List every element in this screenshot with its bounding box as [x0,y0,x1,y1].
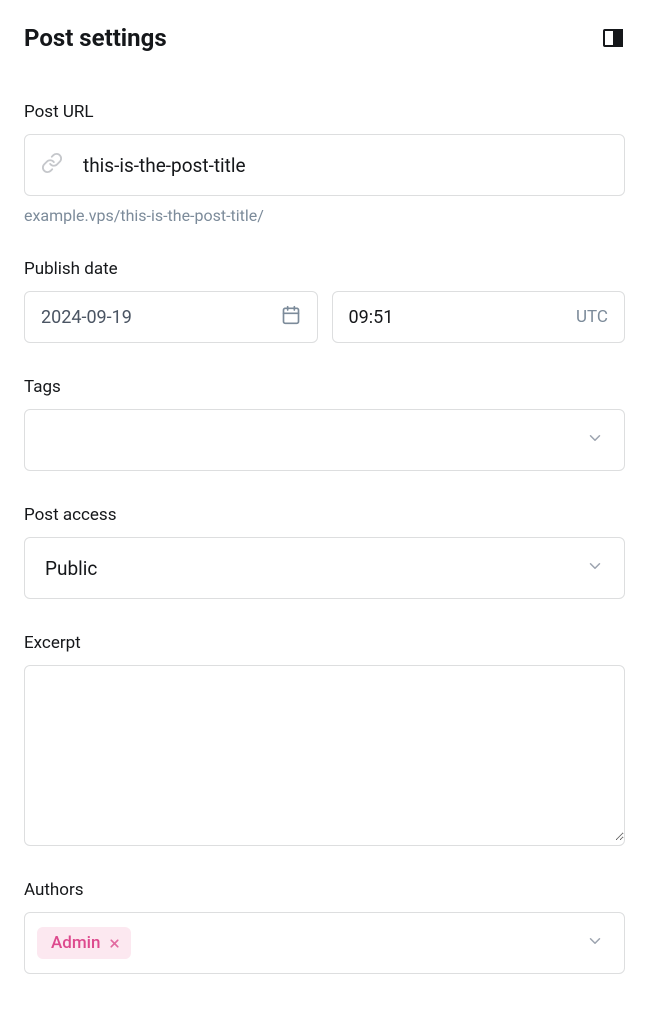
authors-select[interactable]: Admin [24,912,625,974]
author-name: Admin [51,933,100,953]
excerpt-textarea[interactable] [25,666,624,841]
post-access-select[interactable]: Public [24,537,625,599]
date-time-row: UTC [24,291,625,343]
date-input[interactable] [41,307,281,328]
timezone-label: UTC [576,307,608,327]
date-input-wrapper [24,291,318,343]
authors-group: Authors Admin [24,880,625,974]
calendar-icon[interactable] [281,305,301,329]
author-tag: Admin [37,927,131,959]
publish-date-label: Publish date [24,259,625,279]
post-access-group: Post access Public [24,505,625,599]
tags-label: Tags [24,377,625,397]
chevron-down-icon [586,932,604,954]
time-input[interactable] [349,307,577,328]
publish-date-group: Publish date UTC [24,259,625,343]
time-input-wrapper: UTC [332,291,626,343]
remove-author-icon[interactable] [108,937,121,950]
post-url-input[interactable] [83,154,608,177]
post-url-group: Post URL example.vps/this-is-the-post-ti… [24,102,625,225]
chevron-down-icon [586,429,604,451]
post-access-label: Post access [24,505,625,525]
post-url-helper: example.vps/this-is-the-post-title/ [24,206,625,225]
post-url-label: Post URL [24,102,625,122]
tags-select[interactable] [24,409,625,471]
panel-toggle-icon[interactable] [601,26,625,50]
tags-group: Tags [24,377,625,471]
settings-header: Post settings [24,24,625,52]
chevron-down-icon [586,557,604,579]
excerpt-group: Excerpt [24,633,625,846]
page-title: Post settings [24,24,167,52]
link-icon [41,152,63,178]
post-access-value: Public [45,557,97,580]
excerpt-textarea-wrapper [24,665,625,846]
authors-label: Authors [24,880,625,900]
post-url-input-wrapper [24,134,625,196]
excerpt-label: Excerpt [24,633,625,653]
